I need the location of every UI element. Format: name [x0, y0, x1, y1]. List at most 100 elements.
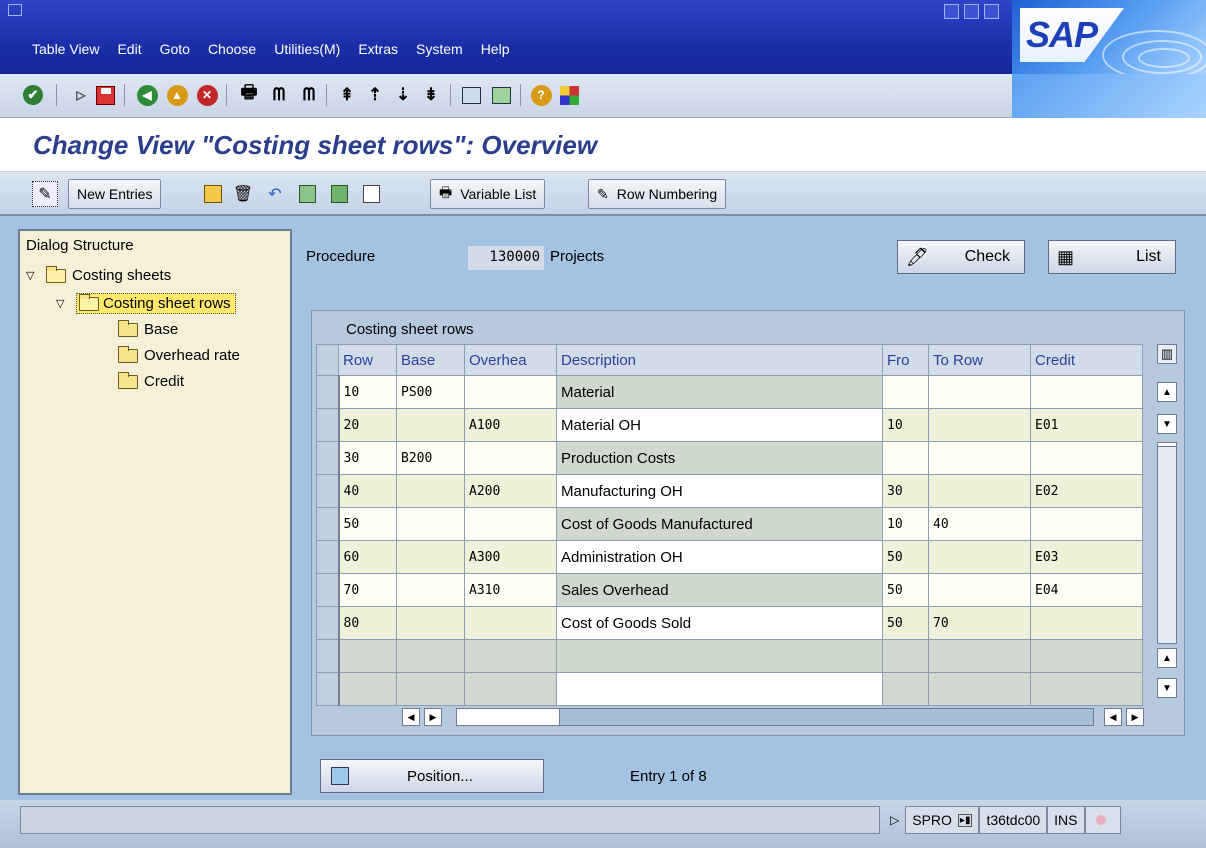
cell-row[interactable]: 40: [338, 474, 397, 508]
scroll-down-icon[interactable]: ▼: [1157, 414, 1177, 434]
column-header-to-row[interactable]: To Row: [928, 344, 1031, 376]
cell-overhead[interactable]: [464, 639, 557, 673]
cell-to-row[interactable]: [928, 573, 1031, 607]
table-row[interactable]: 60 A300 Administration OH 50 E03: [316, 540, 1143, 574]
selected-tree-node[interactable]: Costing sheet rows: [76, 293, 236, 314]
cell-to-row[interactable]: 70: [928, 606, 1031, 640]
menu-table-view[interactable]: Table View: [32, 41, 99, 57]
cell-description[interactable]: Cost of Goods Sold: [556, 606, 883, 640]
cell-overhead[interactable]: A300: [464, 540, 557, 574]
cancel-icon[interactable]: ✕: [194, 82, 220, 108]
cell-description[interactable]: Administration OH: [556, 540, 883, 574]
back-icon[interactable]: ◀: [134, 82, 160, 108]
cell-to-row[interactable]: [928, 375, 1031, 409]
cell-base[interactable]: B200: [396, 441, 465, 475]
cell-to-row[interactable]: [928, 408, 1031, 442]
tree-node-credit[interactable]: Credit: [118, 371, 184, 390]
row-selector[interactable]: [316, 441, 340, 475]
cell-description[interactable]: Material: [556, 375, 883, 409]
menu-choose[interactable]: Choose: [208, 41, 256, 57]
deselect-all-icon[interactable]: [358, 181, 384, 207]
cell-row[interactable]: 70: [338, 573, 397, 607]
table-row[interactable]: 20 A100 Material OH 10 E01: [316, 408, 1143, 442]
row-selector[interactable]: [316, 672, 340, 706]
display-change-icon[interactable]: ✎: [32, 181, 58, 207]
table-row-empty[interactable]: [316, 672, 1143, 706]
cell-credit[interactable]: E01: [1030, 408, 1143, 442]
cell-overhead[interactable]: [464, 606, 557, 640]
row-selector[interactable]: [316, 474, 340, 508]
new-entries-button[interactable]: New Entries: [68, 179, 162, 209]
tree-node-base[interactable]: Base: [118, 319, 178, 338]
cell-description[interactable]: Cost of Goods Manufactured: [556, 507, 883, 541]
cell-from[interactable]: 50: [882, 540, 929, 574]
maximize-icon[interactable]: [964, 4, 979, 19]
close-icon[interactable]: [984, 4, 999, 19]
cell-from[interactable]: [882, 441, 929, 475]
cell-credit[interactable]: [1030, 606, 1143, 640]
cell-to-row[interactable]: [928, 441, 1031, 475]
cell-from[interactable]: 10: [882, 408, 929, 442]
scroll-up-icon[interactable]: ▲: [1157, 382, 1177, 402]
minimize-icon[interactable]: [944, 4, 959, 19]
tree-node-costing-sheets[interactable]: ▽ Costing sheets: [26, 265, 171, 284]
select-all-icon[interactable]: [294, 181, 320, 207]
table-row[interactable]: 10 PS00 Material: [316, 375, 1143, 409]
vertical-scrollbar[interactable]: ▥ ▲ ▼ ▲ ▼: [1156, 344, 1180, 704]
enter-icon[interactable]: ✔: [20, 82, 46, 108]
cell-row[interactable]: 30: [338, 441, 397, 475]
status-transaction[interactable]: SPRO ▸▮: [905, 806, 980, 834]
menu-extras[interactable]: Extras: [358, 41, 398, 57]
help-icon[interactable]: ?: [528, 82, 554, 108]
menu-system[interactable]: System: [416, 41, 463, 57]
cell-credit[interactable]: [1030, 507, 1143, 541]
scroll-down-icon[interactable]: ▼: [1157, 678, 1177, 698]
cell-description[interactable]: Production Costs: [556, 441, 883, 475]
cell-description[interactable]: Material OH: [556, 408, 883, 442]
cell-credit[interactable]: E04: [1030, 573, 1143, 607]
cell-overhead[interactable]: [464, 507, 557, 541]
position-button[interactable]: Position...: [320, 759, 544, 793]
cell-credit[interactable]: [1030, 639, 1143, 673]
cell-from[interactable]: [882, 639, 929, 673]
cell-to-row[interactable]: [928, 639, 1031, 673]
cell-from[interactable]: 10: [882, 507, 929, 541]
cell-overhead[interactable]: [464, 441, 557, 475]
column-header-overhead[interactable]: Overhea: [464, 344, 557, 376]
cell-row[interactable]: 20: [338, 408, 397, 442]
cell-from[interactable]: 50: [882, 573, 929, 607]
cell-overhead[interactable]: A200: [464, 474, 557, 508]
find-next-icon[interactable]: ᗰ: [296, 82, 322, 108]
cell-credit[interactable]: [1030, 375, 1143, 409]
layout-menu-icon[interactable]: [556, 82, 582, 108]
cell-from[interactable]: 30: [882, 474, 929, 508]
cell-base[interactable]: [396, 540, 465, 574]
cell-to-row[interactable]: 40: [928, 507, 1031, 541]
cell-row[interactable]: 60: [338, 540, 397, 574]
cell-overhead[interactable]: [464, 672, 557, 706]
cell-from[interactable]: [882, 672, 929, 706]
exit-icon[interactable]: ▲: [164, 82, 190, 108]
new-session-icon[interactable]: [458, 82, 484, 108]
cell-description[interactable]: [556, 639, 883, 673]
cell-description[interactable]: Sales Overhead: [556, 573, 883, 607]
table-row[interactable]: 50 Cost of Goods Manufactured 10 40: [316, 507, 1143, 541]
list-button[interactable]: ▦ List: [1048, 240, 1176, 274]
row-selector[interactable]: [316, 375, 340, 409]
row-selector[interactable]: [316, 507, 340, 541]
find-icon[interactable]: ᗰ: [266, 82, 292, 108]
scroll-up-icon[interactable]: ▲: [1157, 648, 1177, 668]
last-page-icon[interactable]: ⇟: [418, 82, 444, 108]
expand-toggle-icon[interactable]: ▽: [26, 269, 40, 282]
table-row[interactable]: 40 A200 Manufacturing OH 30 E02: [316, 474, 1143, 508]
command-field-toggle-icon[interactable]: ▷: [68, 82, 94, 108]
previous-page-icon[interactable]: ⇡: [362, 82, 388, 108]
column-header-description[interactable]: Description: [556, 344, 883, 376]
scroll-left-icon[interactable]: ◀: [1104, 708, 1122, 726]
status-toggle-icon[interactable]: ▷: [884, 806, 905, 834]
column-settings-icon[interactable]: ▥: [1157, 344, 1177, 364]
table-row[interactable]: 70 A310 Sales Overhead 50 E04: [316, 573, 1143, 607]
cell-credit[interactable]: [1030, 672, 1143, 706]
variable-list-button[interactable]: 🖶 Variable List: [430, 179, 546, 209]
cell-base[interactable]: [396, 639, 465, 673]
